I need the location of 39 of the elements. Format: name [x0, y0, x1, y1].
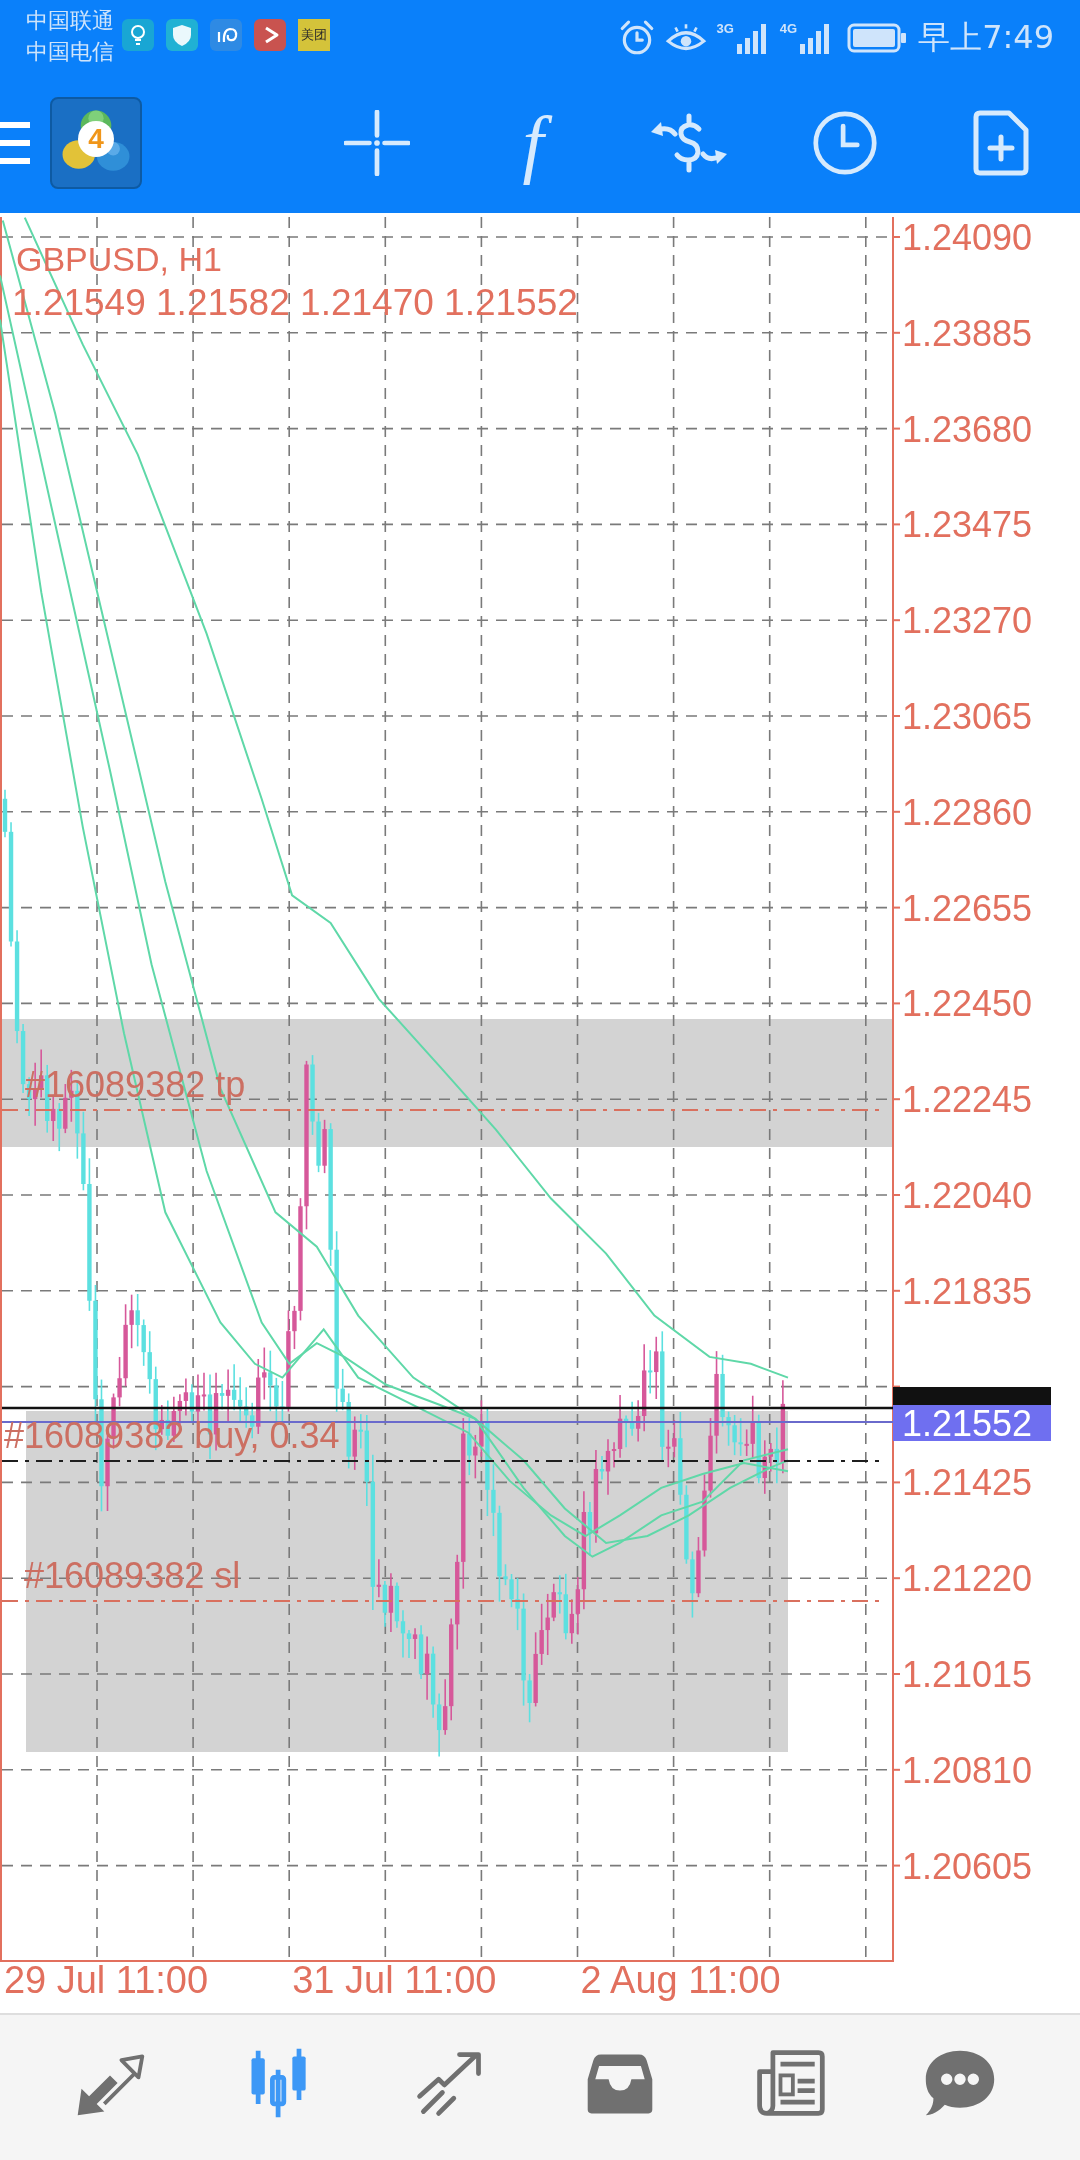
network-type-label: 4G [779, 22, 798, 36]
price-axis-label: 1.23270 [902, 600, 1033, 642]
status-time: 早上7:49 [918, 17, 1054, 58]
crosshair-icon [344, 110, 410, 176]
price-axis-label: 1.20605 [902, 1845, 1033, 1887]
time-axis-label: 31 Jul 11:00 [292, 1959, 497, 2001]
app-notification-badge: 美团 [298, 19, 330, 51]
price-axis-label: 1.23885 [902, 312, 1033, 354]
play-icon [254, 19, 286, 51]
app-logo: 4 [50, 97, 142, 189]
last-price-tag: 1.21552 [893, 1403, 1051, 1444]
price-axis-label: 1.22860 [902, 791, 1033, 833]
price-axis-label: 1.23475 [902, 504, 1033, 546]
swirl-app-icon [210, 19, 242, 51]
price-axis-label: 1.22655 [902, 887, 1033, 929]
menu-icon [0, 122, 30, 164]
shield-icon [166, 19, 198, 51]
price-axis-label: 1.22450 [902, 983, 1033, 1025]
carrier-name: 中国电信 [26, 38, 114, 66]
price-axis-label: 1.21015 [902, 1654, 1033, 1695]
price-axis-label: 1.21835 [902, 1270, 1033, 1312]
price-axis-label: 1.23680 [902, 408, 1033, 450]
new-document-icon [973, 110, 1029, 176]
carrier-name: 中国联通 [26, 7, 114, 35]
time-axis-label: 29 Jul 11:00 [3, 1959, 209, 2001]
indicators-button[interactable]: f [478, 98, 588, 188]
price-axis-label: 1.22040 [902, 1175, 1033, 1216]
price-axis-label: 1.23065 [902, 696, 1033, 737]
price-axis-label: 1.21425 [902, 1462, 1033, 1504]
network-type-label: 3G [716, 22, 734, 36]
price-axis-label: 1.24090 [902, 217, 1033, 258]
time-axis-label: 2 Aug 11:00 [580, 1959, 781, 2001]
price-axis-label: 1.20810 [902, 1749, 1033, 1791]
price-axis-label: 1.21220 [902, 1558, 1033, 1600]
menu-button[interactable] [0, 121, 30, 165]
bulb-icon [122, 19, 154, 51]
clock-icon [812, 110, 878, 176]
price-axis-label: 1.22245 [902, 1079, 1033, 1121]
battery-icon [847, 22, 908, 54]
